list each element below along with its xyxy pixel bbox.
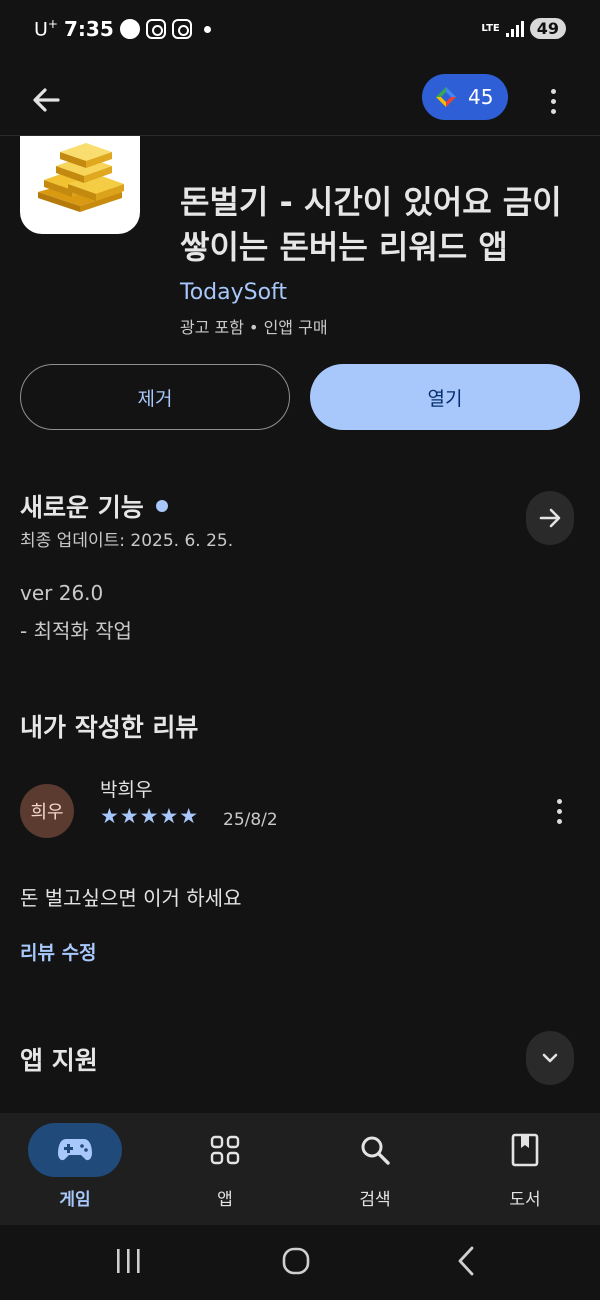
app-support-title: 앱 지원 bbox=[20, 1046, 98, 1075]
top-app-bar: 45 bbox=[0, 62, 600, 136]
bottom-navigation: 게임 앱 검색 도서 bbox=[0, 1113, 600, 1225]
uninstall-button[interactable]: 제거 bbox=[20, 364, 290, 430]
arrow-back-icon bbox=[33, 88, 60, 112]
battery-indicator: 49 bbox=[529, 18, 566, 39]
lte-indicator: LTE bbox=[481, 22, 500, 34]
chevron-left-icon bbox=[458, 1246, 474, 1276]
whats-new-expand-button[interactable] bbox=[526, 491, 574, 545]
edit-review-link[interactable]: 리뷰 수정 bbox=[20, 938, 97, 965]
back-button[interactable] bbox=[26, 80, 66, 120]
app-meta-info: 광고 포함 • 인앱 구매 bbox=[180, 318, 328, 337]
status-time: 7:35 bbox=[63, 17, 114, 41]
open-button[interactable]: 열기 bbox=[310, 364, 580, 430]
system-back-button[interactable] bbox=[436, 1241, 496, 1281]
more-notifications-dot-icon bbox=[203, 25, 211, 33]
nav-books-label: 도서 bbox=[509, 1190, 541, 1210]
version-text: ver 26.0 bbox=[20, 581, 104, 605]
new-indicator-dot bbox=[155, 500, 168, 512]
my-review-title: 내가 작성한 리뷰 bbox=[20, 713, 199, 742]
home-icon bbox=[282, 1247, 310, 1275]
more-vert-icon bbox=[550, 88, 556, 94]
apps-grid-icon bbox=[210, 1135, 240, 1165]
book-icon bbox=[511, 1133, 539, 1167]
carrier-label: U+ bbox=[34, 17, 58, 41]
nav-games[interactable]: 게임 bbox=[0, 1113, 150, 1225]
instagram-notification-icon bbox=[145, 19, 166, 39]
reviewer-name: 박희우 bbox=[100, 779, 153, 801]
more-vert-icon bbox=[556, 798, 562, 804]
chat-notification-icon bbox=[119, 19, 140, 39]
nav-games-label: 게임 bbox=[59, 1190, 91, 1210]
status-bar: U+ 7:35 LTE 49 bbox=[0, 0, 600, 62]
recent-apps-button[interactable] bbox=[98, 1241, 158, 1281]
play-points-icon bbox=[434, 85, 458, 109]
recent-apps-icon bbox=[117, 1249, 140, 1273]
nav-books[interactable]: 도서 bbox=[450, 1113, 600, 1225]
nav-apps-label: 앱 bbox=[217, 1190, 233, 1210]
last-updated-text: 최종 업데이트: 2025. 6. 25. bbox=[20, 531, 234, 551]
system-navigation-bar bbox=[0, 1225, 600, 1300]
home-button[interactable] bbox=[266, 1241, 326, 1281]
nav-apps[interactable]: 앱 bbox=[150, 1113, 300, 1225]
gamepad-icon bbox=[58, 1139, 92, 1161]
app-support-expand-button[interactable] bbox=[526, 1031, 574, 1085]
app-title: 돈벌기 - 시간이 있어요 금이 쌓이는 돈버는 리워드 앱 bbox=[180, 183, 562, 266]
avatar: 희우 bbox=[20, 784, 74, 838]
whats-new-title: 새로운 기능 bbox=[20, 488, 168, 524]
review-more-options-button[interactable] bbox=[546, 794, 572, 828]
release-notes-text: - 최적화 작업 bbox=[20, 619, 132, 643]
arrow-forward-icon bbox=[539, 508, 561, 528]
more-options-button[interactable] bbox=[540, 80, 566, 122]
developer-link[interactable]: TodaySoft bbox=[180, 280, 287, 305]
nav-search[interactable]: 검색 bbox=[300, 1113, 450, 1225]
signal-icon bbox=[505, 20, 524, 37]
star-rating: ★★★★★ bbox=[100, 804, 200, 828]
instagram-notification-icon bbox=[171, 19, 192, 39]
review-text: 돈 벌고싶으면 이거 하세요 bbox=[20, 886, 242, 910]
play-points-button[interactable]: 45 bbox=[422, 74, 508, 120]
play-points-value: 45 bbox=[468, 85, 494, 109]
search-icon bbox=[361, 1136, 390, 1165]
review-date: 25/8/2 bbox=[223, 810, 278, 830]
nav-search-label: 검색 bbox=[359, 1190, 391, 1210]
chevron-down-icon bbox=[542, 1053, 558, 1063]
